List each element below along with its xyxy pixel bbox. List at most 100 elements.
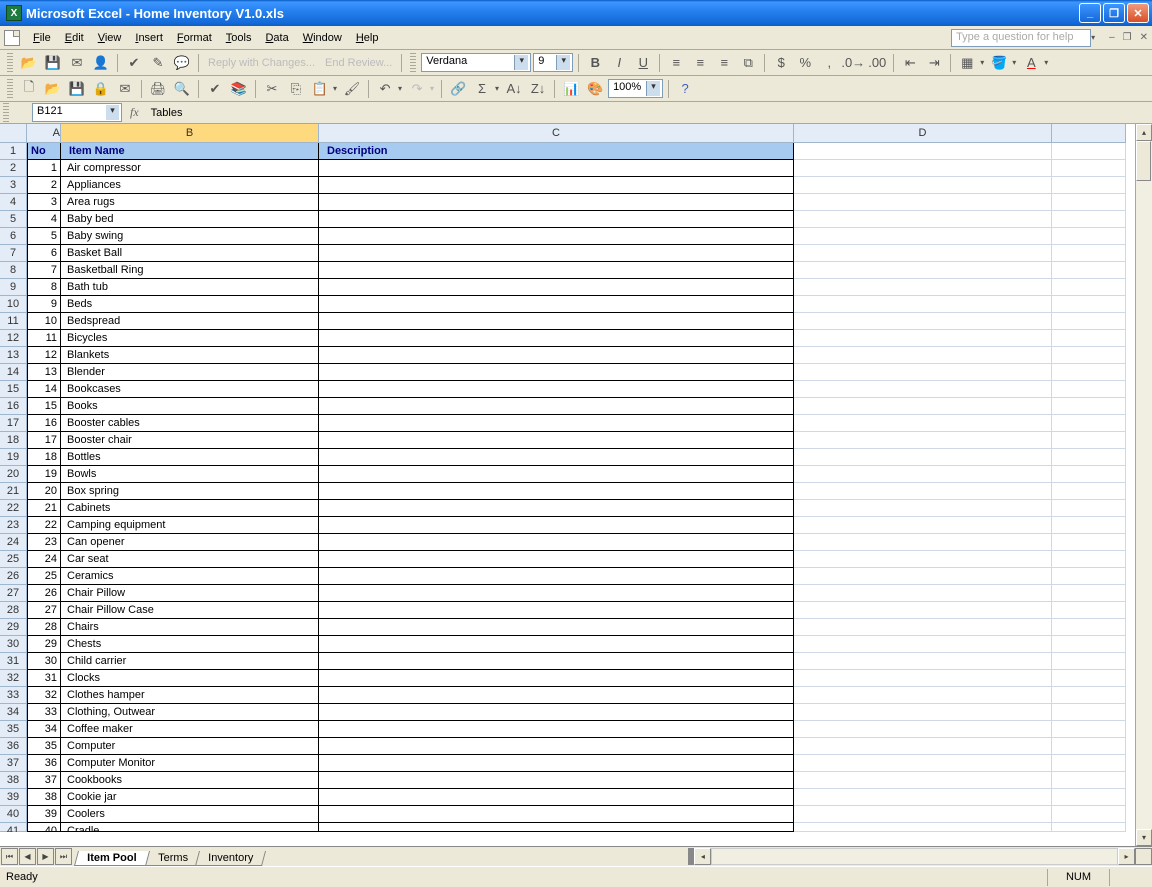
tab-nav-first-button[interactable]: ⏮ bbox=[1, 848, 18, 865]
row-header[interactable]: 27 bbox=[0, 585, 27, 602]
cell[interactable]: Basket Ball bbox=[61, 245, 319, 262]
cell[interactable]: 9 bbox=[27, 296, 61, 313]
cell[interactable]: Clocks bbox=[61, 670, 319, 687]
cell[interactable] bbox=[1052, 364, 1126, 381]
chevron-down-icon[interactable]: ▾ bbox=[978, 58, 986, 67]
cell[interactable] bbox=[1052, 483, 1126, 500]
window-maximize-button[interactable]: ❐ bbox=[1103, 3, 1125, 23]
cell[interactable] bbox=[1052, 602, 1126, 619]
window-close-button[interactable]: ✕ bbox=[1127, 3, 1149, 23]
cell[interactable] bbox=[319, 211, 794, 228]
cell[interactable] bbox=[794, 194, 1052, 211]
chevron-down-icon[interactable]: ▾ bbox=[1010, 58, 1018, 67]
menu-format[interactable]: Format bbox=[170, 30, 219, 46]
cell[interactable] bbox=[1052, 619, 1126, 636]
cell[interactable]: Chests bbox=[61, 636, 319, 653]
chevron-down-icon[interactable]: ▾ bbox=[428, 84, 436, 93]
cell[interactable] bbox=[1052, 313, 1126, 330]
cell[interactable]: Baby bed bbox=[61, 211, 319, 228]
cell[interactable] bbox=[794, 381, 1052, 398]
cell[interactable] bbox=[794, 500, 1052, 517]
cell[interactable]: Bottles bbox=[61, 449, 319, 466]
cell[interactable] bbox=[319, 500, 794, 517]
cell[interactable]: Cookbooks bbox=[61, 772, 319, 789]
cell[interactable]: Bicycles bbox=[61, 330, 319, 347]
cell[interactable] bbox=[1052, 466, 1126, 483]
row-header[interactable]: 37 bbox=[0, 755, 27, 772]
hyperlink-icon[interactable]: 🔗 bbox=[447, 78, 469, 100]
cell[interactable]: 14 bbox=[27, 381, 61, 398]
cell[interactable] bbox=[1052, 551, 1126, 568]
cell[interactable] bbox=[319, 653, 794, 670]
merge-center-button[interactable]: ⧉ bbox=[737, 52, 759, 74]
cell[interactable] bbox=[1052, 228, 1126, 245]
help-dropdown-icon[interactable]: ▾ bbox=[1089, 33, 1097, 42]
cell[interactable] bbox=[1052, 585, 1126, 602]
cell[interactable] bbox=[1052, 177, 1126, 194]
menu-help[interactable]: Help bbox=[349, 30, 386, 46]
cell[interactable]: Area rugs bbox=[61, 194, 319, 211]
cell[interactable]: 1 bbox=[27, 160, 61, 177]
align-right-button[interactable]: ≡ bbox=[713, 52, 735, 74]
italic-button[interactable]: I bbox=[608, 52, 630, 74]
cell[interactable] bbox=[1052, 296, 1126, 313]
decrease-indent-button[interactable]: ⇤ bbox=[899, 52, 921, 74]
cell[interactable]: 2 bbox=[27, 177, 61, 194]
cell[interactable] bbox=[319, 177, 794, 194]
cell[interactable] bbox=[1052, 279, 1126, 296]
cell[interactable] bbox=[794, 262, 1052, 279]
cell[interactable] bbox=[319, 296, 794, 313]
cell[interactable] bbox=[1052, 721, 1126, 738]
row-header[interactable]: 30 bbox=[0, 636, 27, 653]
cell[interactable] bbox=[1052, 755, 1126, 772]
cell[interactable] bbox=[319, 789, 794, 806]
cell[interactable]: 37 bbox=[27, 772, 61, 789]
cell[interactable] bbox=[319, 330, 794, 347]
row-header[interactable]: 41 bbox=[0, 823, 27, 832]
mdi-minimize-button[interactable]: – bbox=[1109, 32, 1115, 43]
toolbar-handle[interactable] bbox=[7, 53, 13, 73]
cell[interactable] bbox=[1052, 670, 1126, 687]
zoom-select[interactable]: 100% bbox=[608, 79, 663, 98]
column-header[interactable]: B bbox=[61, 124, 319, 143]
bold-button[interactable]: B bbox=[584, 52, 606, 74]
redo-button[interactable]: ↷ bbox=[406, 78, 428, 100]
row-header[interactable]: 10 bbox=[0, 296, 27, 313]
cell[interactable] bbox=[794, 160, 1052, 177]
header-no[interactable]: No bbox=[27, 143, 61, 160]
paste-icon[interactable]: 📋 bbox=[309, 78, 331, 100]
cell[interactable] bbox=[794, 466, 1052, 483]
window-minimize-button[interactable]: _ bbox=[1079, 3, 1101, 23]
cell[interactable] bbox=[1052, 245, 1126, 262]
menu-insert[interactable]: Insert bbox=[128, 30, 170, 46]
cell[interactable] bbox=[1052, 415, 1126, 432]
cell[interactable] bbox=[319, 262, 794, 279]
toolbar-handle[interactable] bbox=[410, 53, 416, 73]
drawing-icon[interactable]: 🎨 bbox=[584, 78, 606, 100]
cell[interactable]: 6 bbox=[27, 245, 61, 262]
scroll-right-button[interactable]: ▸ bbox=[1118, 848, 1135, 865]
row-header[interactable]: 9 bbox=[0, 279, 27, 296]
tab-nav-last-button[interactable]: ⏭ bbox=[55, 848, 72, 865]
cell[interactable] bbox=[1052, 347, 1126, 364]
cell[interactable] bbox=[319, 313, 794, 330]
email-icon[interactable]: ✉ bbox=[114, 78, 136, 100]
row-header[interactable]: 36 bbox=[0, 738, 27, 755]
print-icon[interactable]: 🖨 bbox=[147, 78, 169, 100]
borders-button[interactable]: ▦ bbox=[956, 52, 978, 74]
row-header[interactable]: 17 bbox=[0, 415, 27, 432]
font-color-button[interactable]: A bbox=[1020, 52, 1042, 74]
cell[interactable] bbox=[794, 415, 1052, 432]
cell[interactable] bbox=[794, 432, 1052, 449]
cell[interactable] bbox=[794, 568, 1052, 585]
menu-file[interactable]: File bbox=[26, 30, 58, 46]
scroll-thumb[interactable] bbox=[1136, 141, 1151, 181]
row-header[interactable]: 31 bbox=[0, 653, 27, 670]
cell[interactable] bbox=[794, 177, 1052, 194]
fx-icon[interactable]: fx bbox=[130, 105, 139, 120]
document-icon[interactable] bbox=[4, 30, 20, 46]
cell[interactable]: Bowls bbox=[61, 466, 319, 483]
cell[interactable]: Booster chair bbox=[61, 432, 319, 449]
cell[interactable]: 10 bbox=[27, 313, 61, 330]
chevron-down-icon[interactable]: ▾ bbox=[331, 84, 339, 93]
